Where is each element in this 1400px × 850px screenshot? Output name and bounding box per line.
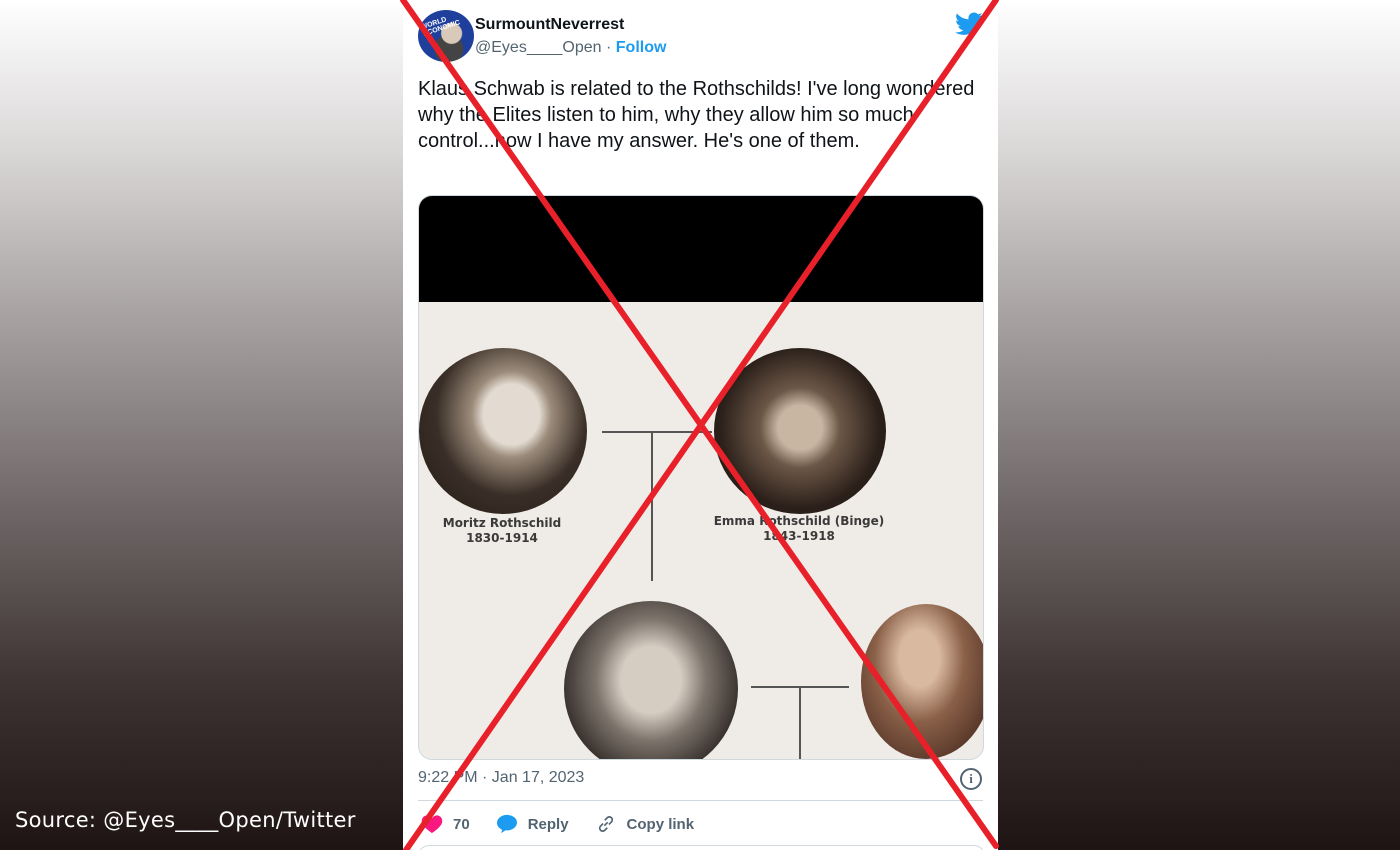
reply-button[interactable]: Reply [496, 814, 569, 834]
caption-name: Moritz Rothschild [442, 516, 562, 530]
reply-label: Reply [527, 815, 569, 833]
portrait-emma [714, 348, 886, 514]
avatar-text: WORLD ECONOMIC [420, 16, 462, 38]
caption-moritz: Moritz Rothschild 1830-1914 [427, 516, 577, 546]
read-replies-bar[interactable] [418, 845, 985, 850]
tweet-media[interactable]: Moritz Rothschild 1830-1914 Emma Rothsch… [418, 195, 984, 760]
portrait-woman [861, 604, 983, 759]
media-black-band [419, 196, 983, 302]
action-bar: 70 Reply Copy link [421, 812, 720, 836]
link-icon [598, 816, 613, 832]
tree-line [602, 431, 712, 433]
display-name[interactable]: SurmountNeverrest [475, 16, 624, 34]
copy-link-label: Copy link [626, 815, 695, 833]
twitter-bird-icon[interactable] [955, 12, 983, 36]
tweet-card: WORLD ECONOMIC SurmountNeverrest @Eyes__… [403, 0, 998, 850]
avatar[interactable]: WORLD ECONOMIC [418, 10, 474, 62]
portrait-child [564, 601, 738, 759]
caption-years: 1843-1918 [763, 529, 835, 543]
like-button[interactable]: 70 [421, 814, 470, 834]
tree-line [799, 686, 801, 759]
handle-row: @Eyes____Open · Follow [475, 39, 666, 57]
reply-bubble-icon [496, 814, 517, 834]
tree-line [651, 431, 653, 581]
source-caption: Source: @Eyes____Open/Twitter [15, 808, 356, 832]
info-icon[interactable]: i [960, 768, 982, 790]
follow-button[interactable]: Follow [616, 39, 667, 56]
copy-link-button[interactable]: Copy link [595, 814, 695, 834]
caption-years: 1830-1914 [466, 531, 538, 545]
tweet-text: Klaus Schwab is related to the Rothschil… [418, 78, 975, 152]
caption-emma: Emma Rothschild (Binge) 1843-1918 [709, 514, 889, 544]
handle[interactable]: @Eyes____Open [475, 39, 602, 56]
separator: · [601, 39, 616, 56]
portrait-moritz [419, 348, 587, 514]
caption-name: Emma Rothschild (Binge) [713, 514, 885, 528]
like-count: 70 [453, 815, 470, 833]
divider [418, 800, 983, 801]
heart-icon [421, 815, 443, 834]
timestamp[interactable]: 9:22 PM · Jan 17, 2023 [418, 769, 584, 787]
